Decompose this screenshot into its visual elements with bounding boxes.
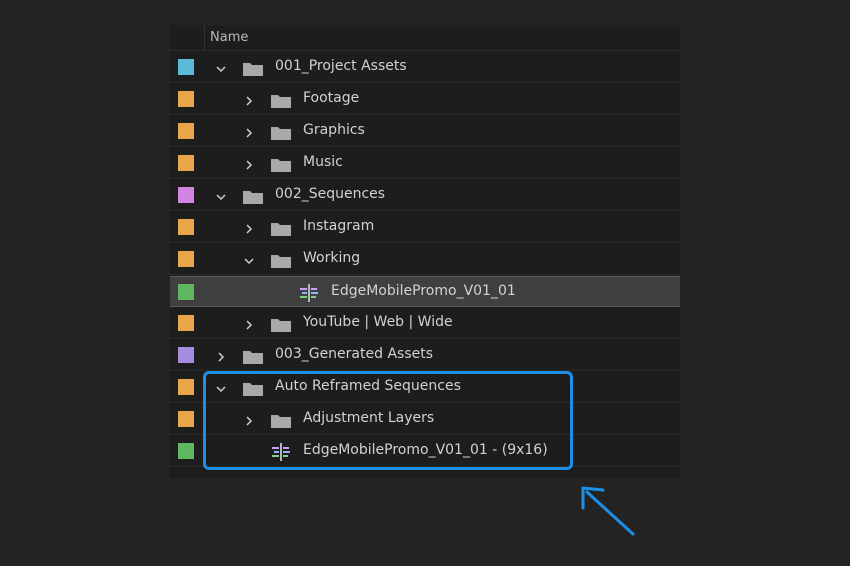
folder-icon bbox=[243, 349, 263, 364]
chevron-right-icon[interactable] bbox=[243, 220, 255, 234]
chevron-right-icon[interactable] bbox=[243, 92, 255, 106]
folder-icon bbox=[271, 317, 291, 332]
bin-row[interactable]: 001_Project Assets bbox=[170, 52, 680, 83]
chevron-right-icon[interactable] bbox=[243, 124, 255, 138]
item-label: EdgeMobilePromo_V01_01 bbox=[331, 283, 516, 299]
item-label: 002_Sequences bbox=[275, 186, 386, 202]
bin-row[interactable]: 003_Generated Assets bbox=[170, 340, 680, 371]
chevron-right-icon[interactable] bbox=[215, 348, 227, 362]
chevron-right-icon[interactable] bbox=[243, 316, 255, 330]
bin-row[interactable]: Footage bbox=[170, 84, 680, 115]
chevron-down-icon[interactable] bbox=[215, 60, 227, 73]
folder-icon bbox=[271, 157, 291, 172]
item-label: Graphics bbox=[303, 122, 365, 138]
name-column-header[interactable]: Name bbox=[210, 30, 248, 45]
label-color-swatch[interactable] bbox=[178, 315, 194, 331]
label-color-swatch[interactable] bbox=[178, 379, 194, 395]
item-label: Instagram bbox=[303, 218, 375, 234]
column-divider[interactable] bbox=[204, 25, 205, 50]
item-label: 001_Project Assets bbox=[275, 58, 407, 74]
label-color-swatch[interactable] bbox=[178, 123, 194, 139]
folder-icon bbox=[271, 253, 291, 268]
folder-icon bbox=[243, 189, 263, 204]
folder-icon bbox=[271, 125, 291, 140]
arrow-pointer-icon bbox=[581, 486, 635, 536]
item-label: Footage bbox=[303, 90, 360, 106]
label-color-swatch[interactable] bbox=[178, 443, 194, 459]
label-color-swatch[interactable] bbox=[178, 59, 194, 75]
bin-row[interactable]: Instagram bbox=[170, 212, 680, 243]
label-color-swatch[interactable] bbox=[178, 155, 194, 171]
bin-row[interactable]: 002_Sequences bbox=[170, 180, 680, 211]
highlight-box bbox=[203, 371, 573, 470]
chevron-right-icon[interactable] bbox=[243, 156, 255, 170]
item-label: 003_Generated Assets bbox=[275, 346, 434, 362]
label-color-swatch[interactable] bbox=[178, 91, 194, 107]
bin-row[interactable]: Graphics bbox=[170, 116, 680, 147]
label-color-swatch[interactable] bbox=[178, 187, 194, 203]
label-color-swatch[interactable] bbox=[178, 219, 194, 235]
folder-icon bbox=[271, 93, 291, 108]
chevron-down-icon[interactable] bbox=[243, 252, 255, 265]
label-color-swatch[interactable] bbox=[178, 284, 194, 300]
item-label: Working bbox=[303, 250, 361, 266]
label-color-swatch[interactable] bbox=[178, 251, 194, 267]
item-label: Music bbox=[303, 154, 343, 170]
label-color-swatch[interactable] bbox=[178, 347, 194, 363]
bin-row[interactable]: Music bbox=[170, 148, 680, 179]
sequence-icon bbox=[299, 284, 319, 302]
folder-icon bbox=[243, 61, 263, 76]
chevron-down-icon[interactable] bbox=[215, 188, 227, 201]
bin-row[interactable]: Working bbox=[170, 244, 680, 275]
label-color-swatch[interactable] bbox=[178, 411, 194, 427]
column-header: Name bbox=[170, 25, 680, 51]
folder-icon bbox=[271, 221, 291, 236]
bin-row[interactable]: YouTube | Web | Wide bbox=[170, 308, 680, 339]
sequence-row[interactable]: EdgeMobilePromo_V01_01 bbox=[170, 276, 680, 307]
item-label: YouTube | Web | Wide bbox=[303, 314, 453, 330]
